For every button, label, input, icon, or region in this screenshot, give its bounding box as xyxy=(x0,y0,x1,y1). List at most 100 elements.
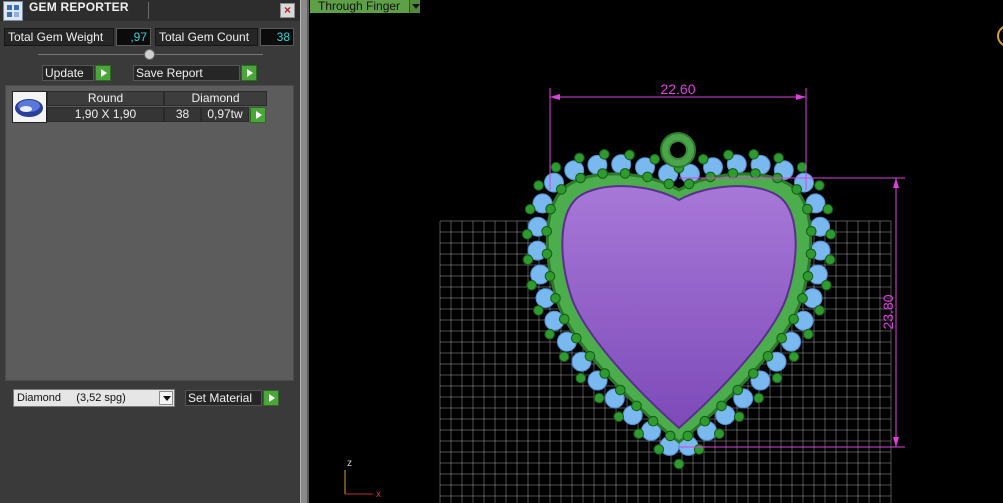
save-report-play-icon[interactable] xyxy=(241,65,257,81)
prong-bead xyxy=(559,313,570,325)
prong-bead xyxy=(821,280,832,291)
prong-bead xyxy=(814,180,825,191)
prong-bead xyxy=(762,351,774,362)
set-material-play-icon[interactable] xyxy=(263,390,279,406)
set-material-button[interactable]: Set Material xyxy=(185,390,262,406)
close-button[interactable]: × xyxy=(280,3,295,18)
dropdown-arrow-icon[interactable] xyxy=(159,391,173,405)
prong-bead xyxy=(571,332,582,344)
prong-bead xyxy=(599,149,610,160)
prong-bead xyxy=(683,178,695,190)
pendant-model[interactable] xyxy=(521,132,837,470)
prong-bead xyxy=(545,203,556,215)
prong-bead xyxy=(541,248,553,260)
width-dimension-label: 22.60 xyxy=(660,81,695,97)
axis-gizmo: z x xyxy=(344,458,381,500)
prong-bead xyxy=(550,161,562,173)
3d-viewport[interactable]: 22.60 23.80 z x Through Finger xyxy=(309,0,1003,503)
prong-bead xyxy=(544,271,556,282)
total-gem-weight-label: Total Gem Weight xyxy=(4,28,114,46)
prong-bead xyxy=(619,168,631,179)
prong-bead xyxy=(521,229,533,240)
gem-reporter-app-icon xyxy=(3,1,23,21)
prong-bead xyxy=(714,428,725,440)
prong-bead xyxy=(631,400,642,412)
gem-list: Round Diamond 1,90 X 1,90 38 0,97tw xyxy=(5,85,294,381)
prong-bead xyxy=(526,280,537,291)
view-mode-label[interactable]: Through Finger xyxy=(310,0,409,13)
prong-bead xyxy=(558,351,570,363)
prong-bead xyxy=(796,161,808,173)
prong-bead xyxy=(822,203,834,215)
prong-bead xyxy=(613,411,625,423)
prong-bead xyxy=(814,305,825,316)
gem-row-play-icon[interactable] xyxy=(250,107,266,123)
gem-weight-cell: 0,97tw xyxy=(201,107,249,122)
prong-bead xyxy=(556,184,567,195)
slider-handle[interactable] xyxy=(144,49,155,60)
prong-bead xyxy=(824,254,836,266)
prong-bead xyxy=(615,384,626,396)
prong-bead xyxy=(550,293,561,304)
update-play-icon[interactable] xyxy=(95,65,111,81)
column-header-shape: Round xyxy=(47,91,164,106)
gem-count-cell: 38 xyxy=(164,107,201,122)
prong-bead xyxy=(584,351,596,362)
total-gem-weight-value: ,97 xyxy=(116,28,151,46)
prong-bead xyxy=(750,168,761,179)
gem-size-cell: 1,90 X 1,90 xyxy=(47,107,164,122)
prong-bead xyxy=(802,203,813,215)
prong-bead xyxy=(748,149,760,160)
prong-bead xyxy=(575,172,586,184)
material-select[interactable]: Diamond (3,52 spg) xyxy=(13,389,175,407)
prong-bead xyxy=(805,248,817,260)
prong-bead xyxy=(633,428,645,440)
prong-bead xyxy=(788,351,800,363)
prong-bead xyxy=(593,392,605,404)
axis-x-label: x xyxy=(376,489,381,500)
update-button[interactable]: Update xyxy=(42,65,94,81)
prong-bead xyxy=(734,411,745,423)
prong-bead xyxy=(599,368,611,379)
prong-bead xyxy=(748,368,759,379)
prong-bead xyxy=(776,332,788,344)
navigation-compass-icon[interactable] xyxy=(997,26,1003,46)
prong-bead xyxy=(723,149,734,161)
material-select-value: Diamond (3,52 spg) xyxy=(17,392,126,404)
prong-bead xyxy=(524,203,536,215)
prong-bead xyxy=(647,415,659,427)
column-header-material: Diamond xyxy=(164,91,267,106)
prong-bead xyxy=(716,400,727,412)
prong-bead xyxy=(732,384,744,396)
panel-splitter[interactable] xyxy=(300,0,309,503)
axis-z-label: z xyxy=(347,458,352,469)
prong-bead xyxy=(697,153,709,165)
title-divider xyxy=(148,2,149,19)
height-dimension-label: 23.80 xyxy=(880,294,896,329)
prong-bead xyxy=(682,430,694,442)
prong-bead xyxy=(673,458,685,470)
scene-canvas[interactable]: 22.60 23.80 z x xyxy=(309,0,1003,503)
heart-inlay xyxy=(561,185,797,430)
prong-bead xyxy=(653,444,665,455)
view-mode-dropdown-icon[interactable] xyxy=(409,0,420,13)
prong-bead xyxy=(541,226,552,237)
prong-bead xyxy=(753,392,765,404)
round-diamond-thumbnail[interactable] xyxy=(12,91,47,123)
save-report-button[interactable]: Save Report xyxy=(133,65,240,81)
prong-bead xyxy=(597,168,608,179)
prong-bead xyxy=(802,271,814,282)
prong-bead xyxy=(533,180,544,191)
gem-reporter-panel: GEM REPORTER × Total Gem Weight ,97 Tota… xyxy=(0,0,300,503)
prong-bead xyxy=(624,149,635,161)
prong-bead xyxy=(705,171,716,183)
title-bar: GEM REPORTER × xyxy=(0,0,300,21)
prong-bead xyxy=(642,171,653,183)
prong-bead xyxy=(791,184,803,195)
prong-bead xyxy=(797,293,808,304)
bail-loop xyxy=(660,132,696,168)
prong-bead xyxy=(773,152,784,164)
prong-bead xyxy=(825,229,837,240)
prong-bead xyxy=(727,168,739,179)
prong-bead xyxy=(533,305,544,316)
